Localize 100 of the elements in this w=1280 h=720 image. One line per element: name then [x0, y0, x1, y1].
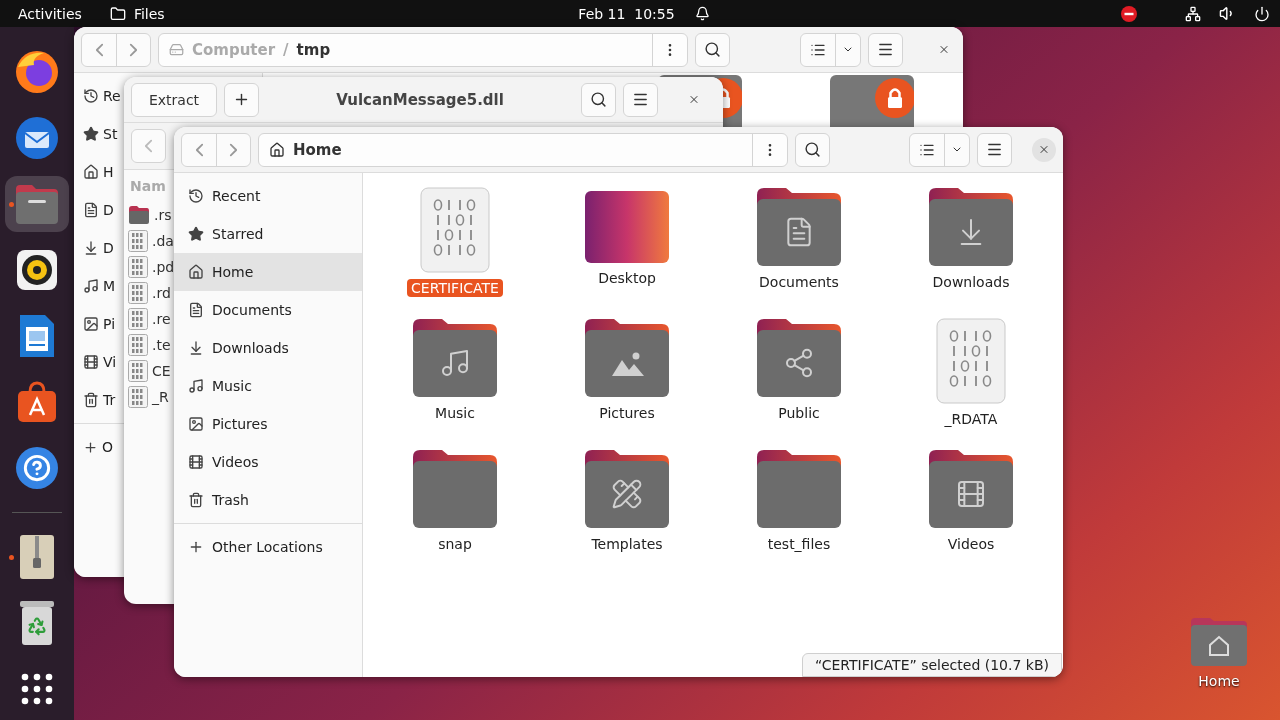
sidebar-item[interactable]: Trash	[174, 481, 362, 519]
sidebar-item[interactable]: Pictures	[174, 405, 362, 443]
document-icon	[188, 302, 204, 318]
sidebar-item[interactable]: Home	[174, 253, 362, 291]
menu-button[interactable]	[977, 132, 1012, 167]
close-button[interactable]	[1032, 137, 1056, 162]
firefox-icon	[14, 49, 60, 95]
file-name[interactable]: Public	[774, 404, 824, 422]
sidebar-item[interactable]: H	[83, 153, 114, 191]
sidebar-item[interactable]: Starred	[174, 215, 362, 253]
file-name[interactable]: test_files	[763, 535, 835, 553]
templates-folder-icon	[584, 449, 670, 529]
sidebar-item[interactable]: O	[83, 428, 114, 466]
desktop-icon-label[interactable]: Home	[1198, 673, 1240, 689]
file-name[interactable]: .rs	[154, 207, 172, 223]
file-name[interactable]: _R	[152, 389, 169, 405]
image-icon	[83, 316, 99, 332]
download-folder-icon	[928, 187, 1014, 267]
chevron-right-icon	[129, 41, 138, 58]
file-name[interactable]: CERTIFICATE	[407, 279, 503, 297]
sidebar-item[interactable]: Documents	[174, 291, 362, 329]
folder-icon	[109, 5, 126, 22]
sidebar-item[interactable]: Pi	[83, 305, 116, 343]
file-name[interactable]: Downloads	[928, 273, 1014, 291]
status-overlay: “CERTIFICATE” selected (10.7 kB)	[801, 653, 1062, 677]
menu-button[interactable]	[868, 32, 903, 67]
path-bar[interactable]: Computer / tmp	[158, 32, 688, 67]
clock[interactable]: Feb 11 10:55	[578, 5, 675, 22]
file-name[interactable]: Templates	[587, 535, 667, 553]
do-not-disturb-icon[interactable]	[1121, 5, 1137, 22]
search-button[interactable]	[581, 82, 616, 117]
file-name[interactable]: snap	[434, 535, 476, 553]
notification-bell-icon[interactable]	[694, 6, 710, 21]
file-name[interactable]: Pictures	[595, 404, 659, 422]
search-button[interactable]	[695, 32, 730, 67]
binary-file-icon	[128, 256, 148, 278]
file-name[interactable]: .re	[152, 311, 171, 327]
home-folder-icon[interactable]	[1190, 617, 1248, 667]
shopping-bag-icon	[15, 380, 59, 424]
app-menu[interactable]: Files	[109, 5, 165, 22]
folder-icon	[14, 183, 60, 225]
path-bar[interactable]: Home	[258, 132, 788, 167]
document-icon	[83, 202, 99, 218]
home-icon	[83, 164, 99, 180]
chevron-right-icon	[229, 141, 238, 158]
view-options[interactable]	[800, 32, 861, 67]
file-name[interactable]: .rd	[152, 285, 171, 301]
file-name[interactable]: .da	[152, 233, 174, 249]
sidebar-item[interactable]: Downloads	[174, 329, 362, 367]
menu-button[interactable]	[623, 82, 658, 117]
binary-file-icon	[128, 230, 148, 252]
file-name[interactable]: Documents	[755, 273, 843, 291]
path-segment[interactable]: Home	[293, 140, 342, 159]
share-folder-icon	[756, 318, 842, 398]
sidebar-item[interactable]: M	[83, 267, 116, 305]
activities-button[interactable]: Activities	[18, 5, 82, 22]
thunderbird-icon	[14, 115, 60, 161]
file-name[interactable]: _RDATA	[940, 410, 1002, 428]
binary-file-icon	[128, 282, 148, 304]
path-segment[interactable]: tmp	[296, 40, 331, 59]
film-icon	[83, 354, 99, 370]
sidebar-item[interactable]: St	[83, 115, 118, 153]
menu-icon	[877, 41, 894, 58]
sidebar-item[interactable]: Recent	[174, 177, 362, 215]
file-name[interactable]: Desktop	[594, 269, 660, 287]
sidebar-item[interactable]: Other Locations	[174, 528, 362, 566]
sidebar-item[interactable]: D	[83, 229, 114, 267]
chevron-left-icon	[94, 41, 104, 58]
search-icon	[590, 91, 607, 108]
film-icon	[188, 454, 204, 470]
document-folder-icon	[756, 187, 842, 267]
plus-icon	[83, 439, 98, 455]
file-name[interactable]: Music	[431, 404, 479, 422]
sidebar-item[interactable]: Tr	[83, 381, 116, 419]
file-name[interactable]: .te	[152, 337, 171, 353]
network-icon[interactable]	[1185, 5, 1201, 22]
extract-button[interactable]: Extract	[131, 82, 217, 117]
folder-icon	[412, 449, 498, 529]
sidebar-item[interactable]: D	[83, 191, 114, 229]
archive-icon	[19, 534, 55, 580]
file-name[interactable]: CE	[152, 363, 171, 379]
trash-icon	[188, 492, 204, 508]
sidebar-item[interactable]: Videos	[174, 443, 362, 481]
binary-file-icon	[128, 308, 148, 330]
sidebar-item[interactable]: Re	[83, 77, 121, 115]
binary-file-icon	[128, 334, 148, 356]
music-folder-icon	[412, 318, 498, 398]
search-button[interactable]	[795, 132, 830, 167]
music-note-icon	[83, 278, 99, 294]
home-icon	[188, 264, 204, 280]
file-name[interactable]: Videos	[943, 535, 999, 553]
power-icon[interactable]	[1254, 5, 1270, 22]
folder-icon	[128, 205, 150, 225]
sidebar-item[interactable]: Vi	[83, 343, 117, 381]
plus-icon	[188, 539, 204, 555]
sidebar-item[interactable]: Music	[174, 367, 362, 405]
binary-file-icon	[128, 386, 148, 408]
view-options[interactable]	[909, 132, 970, 167]
file-name[interactable]: .pd	[152, 259, 175, 275]
app-grid-icon[interactable]	[21, 673, 53, 705]
